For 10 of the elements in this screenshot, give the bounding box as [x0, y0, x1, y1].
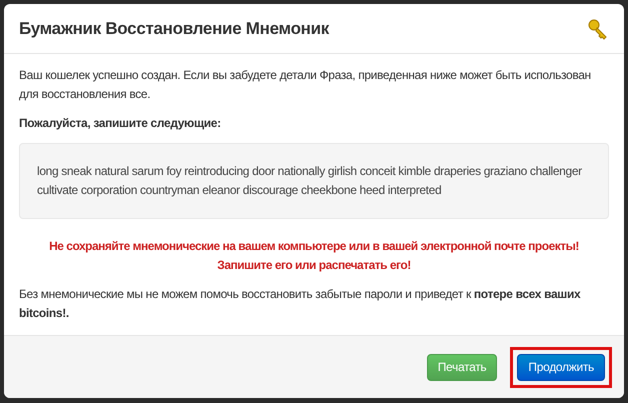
warning-text: Запишите его или распечатать его!: [217, 257, 411, 274]
note-text: Без мнемонические мы не можем помочь восстановить забытые пароли и приведет к потере всех ваших bitcoins!.: [19, 286, 582, 322]
dialog-title: Бумажник Восстановление Мнемоник: [19, 18, 329, 40]
instruction-text: Пожалуйста, запишите следующие:: [19, 115, 222, 132]
dialog-button[interactable]: Печатать: [426, 354, 498, 380]
intro-text: Ваш кошелек успешно создан. Если вы забудете детали Фраза, приведенная ниже может быть использован для восстановления все.: [19, 67, 592, 103]
key-icon: [587, 18, 609, 40]
warning-text: Не сохраняйте мнемонические на вашем компьютере или в вашей электронной почте проекты!: [49, 238, 579, 255]
mnemonic-phrase: long sneak natural sarum foy reintroducing door nationally girlish conceit kimble draperies graziano challenger cultivate corporation countryman eleanor discourage cheekbone heed interpreted: [37, 163, 583, 199]
dialog-button[interactable]: Продолжить: [517, 354, 605, 380]
